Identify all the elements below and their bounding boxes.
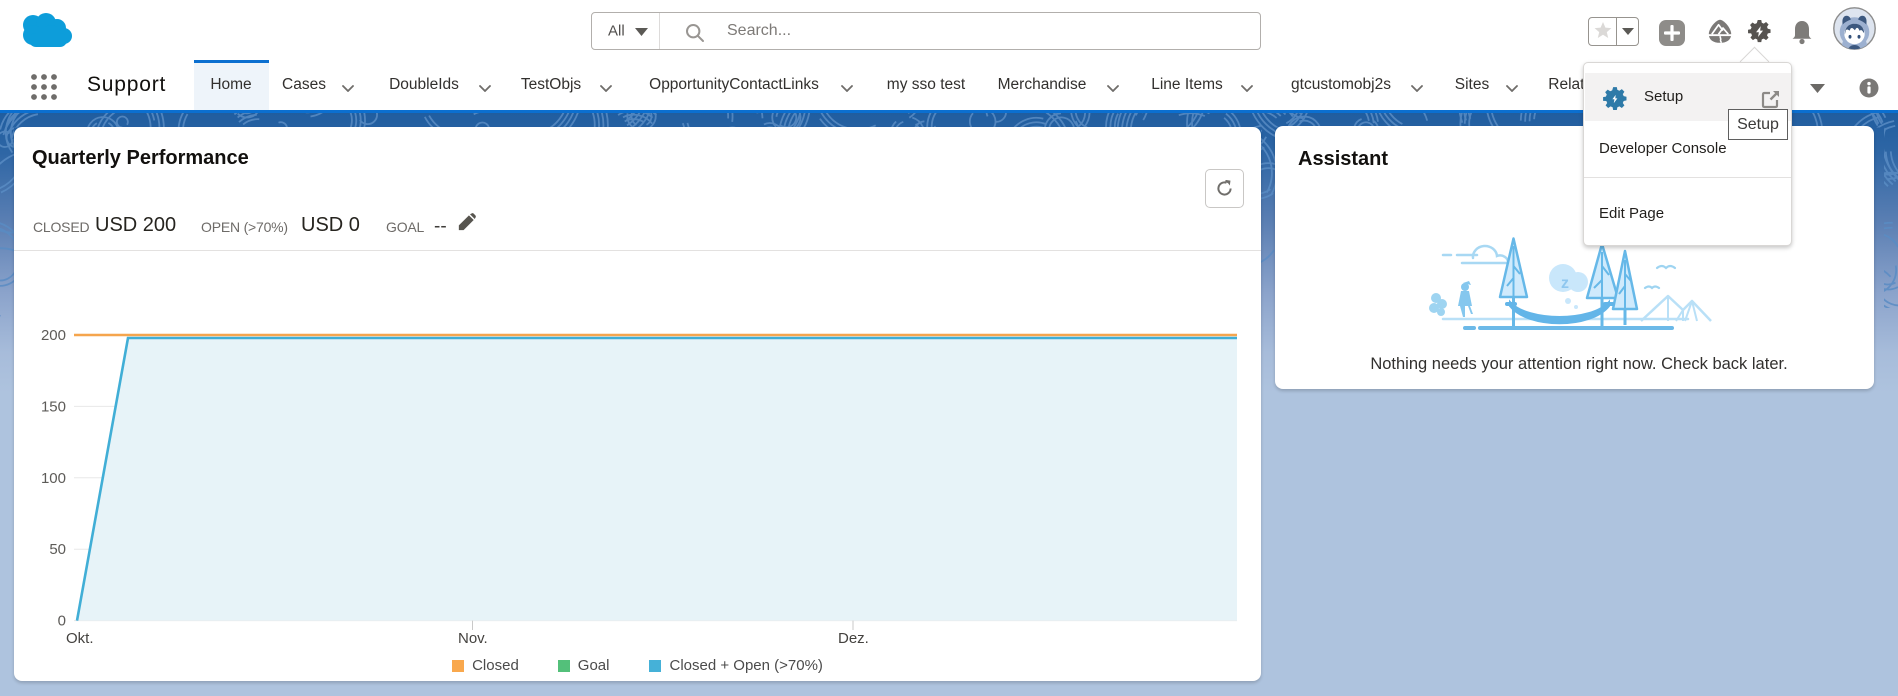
- svg-text:Okt.: Okt.: [66, 630, 94, 647]
- svg-text:100: 100: [41, 470, 66, 487]
- svg-text:0: 0: [58, 613, 66, 630]
- svg-text:z: z: [1561, 275, 1569, 292]
- svg-text:Dez.: Dez.: [838, 630, 869, 647]
- svg-text:150: 150: [41, 398, 66, 415]
- svg-text:Nov.: Nov.: [458, 630, 488, 647]
- svg-text:200: 200: [41, 327, 66, 344]
- svg-text:50: 50: [49, 541, 66, 558]
